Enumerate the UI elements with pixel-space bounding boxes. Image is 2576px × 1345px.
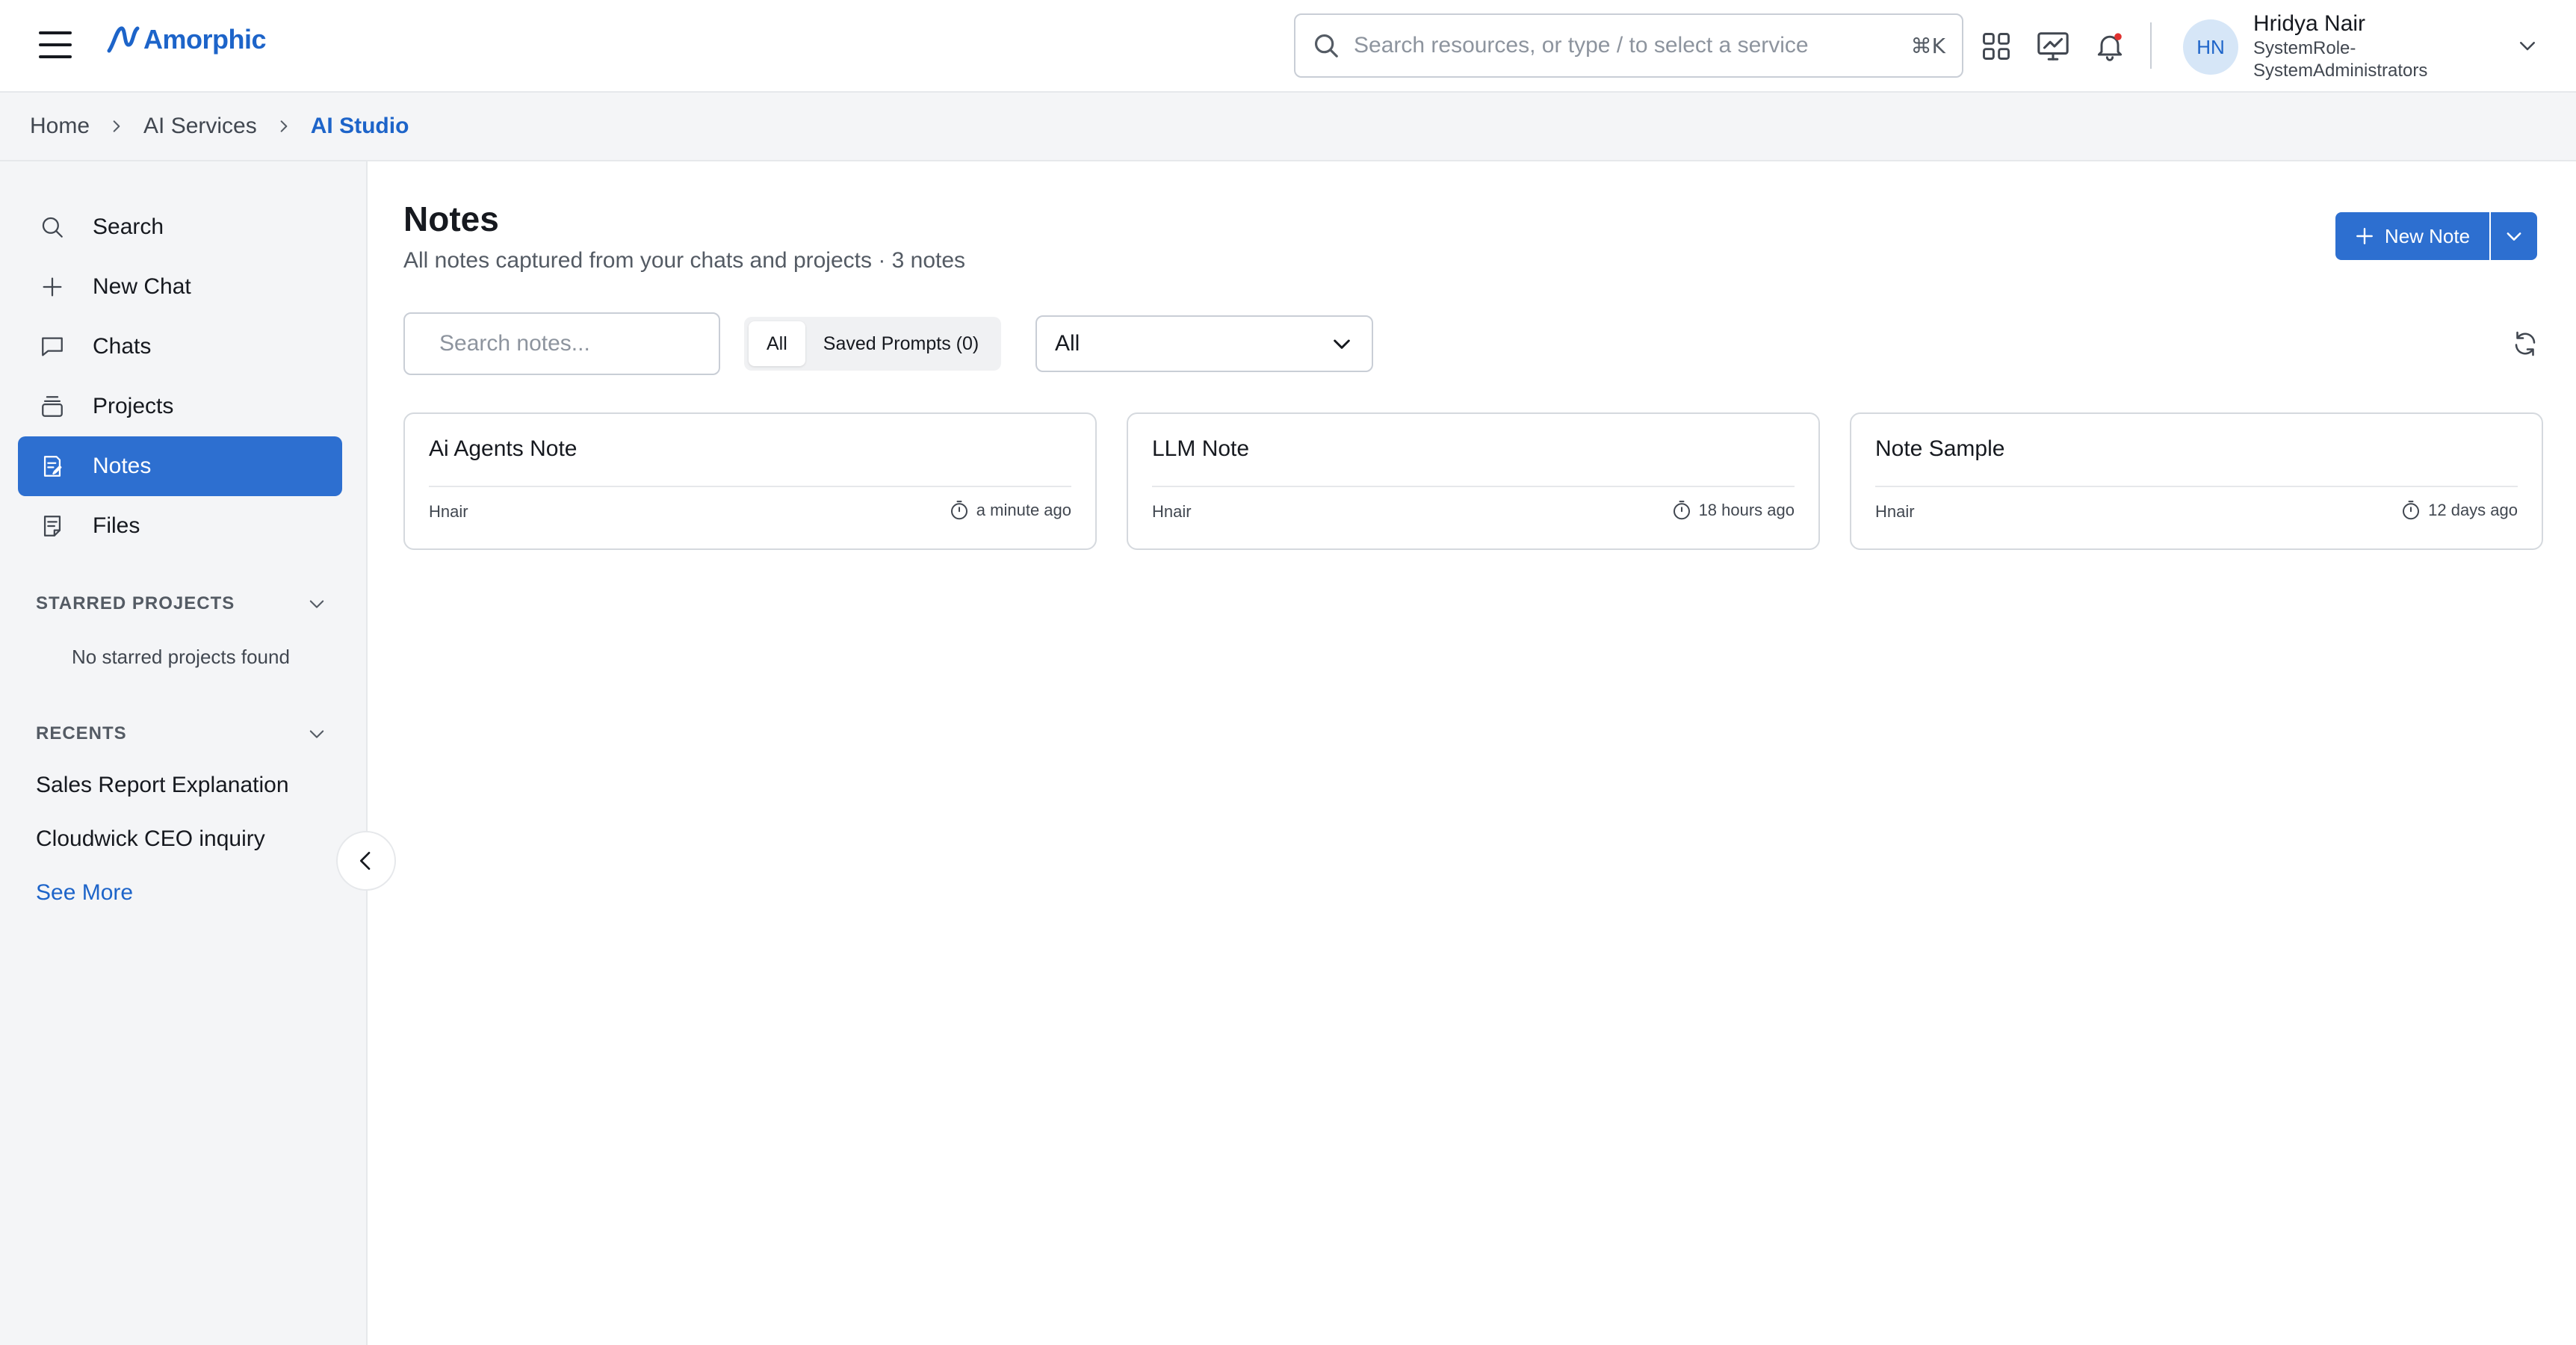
section-title: RECENTS	[36, 723, 127, 743]
card-divider	[429, 486, 1071, 487]
search-icon	[1314, 34, 1338, 58]
brand-logo[interactable]: Amorphic	[106, 22, 267, 57]
chevron-down-icon[interactable]	[306, 723, 327, 744]
timer-icon	[950, 501, 967, 520]
global-search-box[interactable]: ⌘K	[1294, 13, 1963, 78]
chevron-right-icon	[113, 120, 120, 132]
breadcrumb: Home AI Services AI Studio	[0, 93, 2576, 161]
amorphic-logo-icon	[107, 26, 140, 53]
monitor-chart-icon[interactable]	[2035, 28, 2071, 64]
sidebar-item-notes[interactable]: Notes	[18, 436, 342, 496]
see-more-link[interactable]: See More	[36, 880, 133, 906]
chevron-down-icon	[2507, 232, 2521, 241]
note-time: 18 hours ago	[1671, 499, 1795, 522]
chevron-right-icon	[280, 120, 288, 132]
sidebar-item-label: Search	[93, 214, 164, 239]
recent-item[interactable]: Sales Report Explanation	[36, 773, 289, 798]
brand-name: Amorphic	[143, 24, 267, 55]
note-title: LLM Note	[1152, 436, 1250, 461]
breadcrumb-ai-studio[interactable]: AI Studio	[311, 114, 409, 139]
sidebar-item-files[interactable]: Files	[18, 496, 342, 556]
note-time: 12 days ago	[2400, 499, 2518, 522]
sidebar-item-label: Notes	[93, 454, 152, 478]
breadcrumb-ai-services[interactable]: AI Services	[143, 114, 257, 139]
note-time-label: a minute ago	[976, 501, 1071, 519]
timer-icon	[2403, 501, 2420, 520]
new-note-dropdown-button[interactable]	[2489, 212, 2537, 260]
chevron-left-icon	[360, 852, 371, 870]
tab-all[interactable]: All	[749, 321, 805, 366]
tab-saved-prompts[interactable]: Saved Prompts (0)	[805, 321, 997, 366]
note-author: Hnair	[1152, 502, 1192, 521]
apps-grid-icon[interactable]	[1978, 28, 2014, 64]
timer-icon	[1673, 501, 1690, 520]
global-search-input[interactable]	[1354, 33, 1911, 58]
starred-projects-header[interactable]: STARRED PROJECTS	[36, 593, 327, 614]
note-card[interactable]: Note Sample Hnair 12 days ago	[1850, 412, 2543, 550]
sidebar: Search New Chat Chats Projects Notes Fil…	[0, 161, 368, 1345]
chevron-down-icon[interactable]	[2516, 34, 2539, 57]
card-divider	[1875, 486, 2518, 487]
avatar[interactable]: HN	[2183, 19, 2238, 75]
note-title: Note Sample	[1875, 436, 2005, 461]
notes-search-input[interactable]	[439, 331, 728, 356]
chat-bubble-icon	[39, 333, 66, 360]
note-time-label: 12 days ago	[2428, 501, 2518, 519]
sidebar-item-label: Chats	[93, 334, 152, 359]
sidebar-item-chats[interactable]: Chats	[18, 317, 342, 377]
refresh-icon[interactable]	[2512, 330, 2539, 357]
top-bar: Amorphic ⌘K HN Hridya Nair SystemRole- S…	[0, 0, 2576, 93]
new-note-button[interactable]: New Note	[2335, 212, 2489, 260]
user-info[interactable]: Hridya Nair SystemRole- SystemAdministra…	[2253, 10, 2485, 82]
sidebar-item-label: New Chat	[93, 274, 191, 299]
header-divider	[2150, 22, 2152, 69]
notes-icon	[39, 453, 66, 480]
plus-icon	[39, 273, 66, 300]
note-time-label: 18 hours ago	[1698, 501, 1795, 519]
files-icon	[39, 513, 66, 539]
section-title: STARRED PROJECTS	[36, 593, 235, 613]
new-note-button-group: New Note	[2335, 212, 2537, 260]
page-subtitle: All notes captured from your chats and p…	[403, 248, 966, 273]
user-role-line2: SystemAdministrators	[2253, 61, 2428, 81]
hamburger-menu-icon[interactable]	[39, 31, 72, 58]
card-divider	[1152, 486, 1795, 487]
breadcrumb-home[interactable]: Home	[30, 114, 90, 139]
bell-icon[interactable]	[2092, 28, 2128, 64]
starred-empty-message: No starred projects found	[72, 646, 290, 668]
note-card[interactable]: Ai Agents Note Hnair a minute ago	[403, 412, 1097, 550]
plus-icon	[2356, 228, 2373, 244]
sidebar-item-search[interactable]: Search	[18, 197, 342, 257]
note-author: Hnair	[1875, 502, 1915, 521]
recent-item[interactable]: Cloudwick CEO inquiry	[36, 826, 265, 852]
main-content: Notes All notes captured from your chats…	[369, 161, 2576, 1345]
sidebar-item-label: Files	[93, 513, 140, 538]
user-role-line1: SystemRole-	[2253, 38, 2356, 58]
note-card[interactable]: LLM Note Hnair 18 hours ago	[1127, 412, 1820, 550]
note-time: a minute ago	[948, 499, 1071, 522]
select-value: All	[1055, 331, 1080, 356]
chevron-down-icon[interactable]	[306, 593, 327, 614]
search-icon	[39, 214, 66, 241]
note-title: Ai Agents Note	[429, 436, 578, 461]
note-author: Hnair	[429, 502, 468, 521]
new-note-label: New Note	[2384, 224, 2471, 247]
user-name: Hridya Nair	[2253, 11, 2366, 36]
sidebar-item-new-chat[interactable]: New Chat	[18, 257, 342, 317]
collapse-sidebar-button[interactable]	[336, 831, 396, 891]
recents-header[interactable]: RECENTS	[36, 723, 327, 744]
projects-stack-icon	[39, 393, 66, 420]
search-shortcut-hint: ⌘K	[1910, 33, 1945, 58]
page-title: Notes	[403, 200, 499, 238]
notes-filter-tabs: All Saved Prompts (0)	[744, 317, 1002, 371]
sidebar-item-projects[interactable]: Projects	[18, 377, 342, 436]
notes-type-select[interactable]: All	[1035, 315, 1373, 372]
sidebar-item-label: Projects	[93, 394, 174, 418]
notes-search-box[interactable]	[403, 312, 728, 375]
chevron-down-icon	[1334, 339, 1350, 349]
